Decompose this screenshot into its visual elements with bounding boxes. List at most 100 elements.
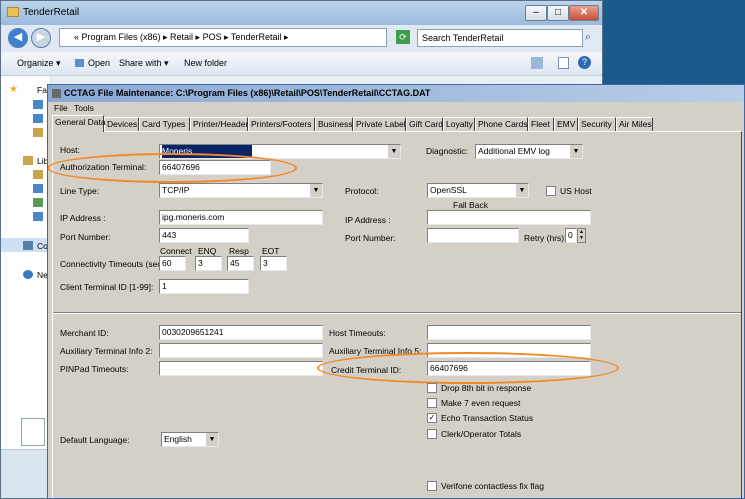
tab-business[interactable]: Business — [315, 117, 353, 131]
make-7-even-checkbox[interactable] — [427, 398, 437, 408]
timeout-resp-input[interactable]: 45 — [227, 256, 254, 271]
fallback-ip-address-input[interactable] — [427, 210, 591, 225]
drop-8th-bit-label: Drop 8th bit in response — [441, 383, 532, 393]
favorites-star-icon: ★ — [9, 84, 18, 95]
host-label: Host: — [60, 145, 80, 155]
chevron-down-icon[interactable]: ▼ — [387, 145, 400, 158]
tab-gift-card[interactable]: Gift Card — [406, 117, 443, 131]
fallback-ip-address-label: IP Address : — [345, 215, 391, 225]
verifone-fix-checkbox[interactable] — [427, 481, 437, 491]
line-type-select[interactable]: TCP/IP ▼ — [159, 183, 323, 198]
documents-icon — [33, 170, 43, 179]
back-icon[interactable]: ◀ — [8, 28, 28, 48]
retry-spinner[interactable]: ▲ ▼ — [577, 228, 586, 243]
chevron-down-icon[interactable]: ▼ — [569, 145, 582, 158]
recent-icon — [33, 128, 43, 137]
host-timeouts-label: Host Timeouts: — [329, 328, 386, 338]
tab-card-types[interactable]: Card Types — [139, 117, 190, 131]
explorer-title-bar[interactable]: TenderRetail – □ ✕ — [1, 1, 602, 25]
navigation-pane: ★ Fa Lib Co Ne — [1, 76, 49, 456]
tab-devices[interactable]: Devices — [104, 117, 139, 131]
aux-info-2-input[interactable] — [159, 343, 323, 358]
auth-terminal-highlight-ring — [48, 153, 297, 183]
new-folder-button[interactable]: New folder — [184, 58, 227, 68]
forward-icon[interactable]: ▶ — [31, 28, 51, 48]
diagnostic-select[interactable]: Additional EMV log ▼ — [475, 144, 583, 159]
credit-terminal-highlight-ring — [317, 352, 619, 384]
organize-button[interactable]: Organize ▾ — [17, 58, 61, 69]
menu-tools[interactable]: Tools — [74, 103, 94, 113]
tab-fleet[interactable]: Fleet — [528, 117, 554, 131]
section-divider — [53, 312, 741, 314]
protocol-select[interactable]: OpenSSL ▼ — [427, 183, 529, 198]
fall-back-heading: Fall Back — [453, 200, 488, 210]
tab-air-miles[interactable]: Air Miles — [616, 117, 653, 131]
address-bar[interactable]: « Program Files (x86) ▸ Retail ▸ POS ▸ T… — [59, 28, 387, 47]
merchant-id-input[interactable]: 0030209651241 — [159, 325, 323, 340]
timeout-header-enq: ENQ — [198, 246, 217, 256]
file-icon — [21, 418, 45, 446]
port-number-input[interactable]: 443 — [159, 228, 249, 243]
timeout-resp-value: 45 — [230, 258, 240, 268]
echo-transaction-status-checkbox[interactable]: ✓ — [427, 413, 437, 423]
client-terminal-input[interactable]: 1 — [159, 279, 249, 294]
tab-printers-footers[interactable]: Printers/Footers — [248, 117, 315, 131]
us-host-checkbox[interactable] — [546, 186, 556, 196]
open-button[interactable]: Open — [88, 58, 110, 68]
close-button[interactable]: ✕ — [569, 5, 599, 21]
share-with-button[interactable]: Share with ▾ — [119, 58, 169, 69]
merchant-id-value: 0030209651241 — [162, 327, 224, 337]
open-icon — [75, 59, 84, 67]
pictures-icon — [33, 198, 43, 207]
verifone-fix-label: Verifone contactless fix flag — [441, 481, 545, 491]
port-number-label: Port Number: — [60, 232, 111, 242]
computer-icon — [23, 241, 33, 250]
nav-item-favorites[interactable]: Fa — [37, 85, 47, 95]
dialog-title-bar[interactable]: CCTAG File Maintenance: C:\Program Files… — [48, 85, 744, 102]
tab-private-label[interactable]: Private Label — [353, 117, 406, 131]
menu-file[interactable]: File — [54, 103, 68, 113]
ip-address-input[interactable]: ipg.moneris.com — [159, 210, 323, 225]
tab-security[interactable]: Security — [578, 117, 616, 131]
fallback-port-number-input[interactable] — [427, 228, 519, 243]
clerk-operator-totals-checkbox[interactable] — [427, 429, 437, 439]
view-icon[interactable] — [531, 57, 543, 69]
help-icon[interactable]: ? — [578, 56, 591, 69]
timeout-eot-input[interactable]: 3 — [260, 256, 287, 271]
preview-pane-icon[interactable] — [558, 57, 569, 69]
ip-address-value: ipg.moneris.com — [162, 212, 225, 222]
retry-input[interactable]: 0 — [565, 228, 577, 243]
host-timeouts-input[interactable] — [427, 325, 591, 340]
port-number-value: 443 — [162, 230, 177, 240]
diagnostic-value: Additional EMV log — [478, 146, 550, 156]
default-language-select[interactable]: English ▼ — [161, 432, 219, 447]
tab-general-data[interactable]: General Data — [52, 115, 106, 132]
retry-label: Retry (hrs): — [524, 233, 567, 243]
timeout-header-eot: EOT — [262, 246, 280, 256]
timeout-connect-input[interactable]: 60 — [159, 256, 186, 271]
maximize-button[interactable]: □ — [547, 5, 569, 21]
chevron-down-icon[interactable]: ▼ — [205, 433, 218, 446]
tab-phone-cards[interactable]: Phone Cards — [475, 117, 528, 131]
tab-emv[interactable]: EMV — [554, 117, 578, 131]
make-7-even-label: Make 7 even request — [441, 398, 521, 408]
tab-printer-header[interactable]: Printer/Header — [190, 117, 248, 131]
pinpad-timeouts-input[interactable] — [159, 361, 323, 376]
connectivity-timeouts-label: Connectivity Timeouts (sec): — [60, 259, 167, 269]
drop-8th-bit-checkbox[interactable] — [427, 383, 437, 393]
merchant-id-label: Merchant ID: — [60, 328, 109, 338]
videos-icon — [33, 212, 43, 221]
timeout-enq-input[interactable]: 3 — [195, 256, 222, 271]
minimize-button[interactable]: – — [525, 5, 547, 21]
tab-loyalty[interactable]: Loyalty — [443, 117, 475, 131]
address-path: « Program Files (x86) ▸ Retail ▸ POS ▸ T… — [74, 32, 289, 42]
search-input[interactable]: Search TenderRetail — [417, 29, 583, 47]
chevron-down-icon[interactable]: ▼ — [309, 184, 322, 197]
desktop-icon — [33, 100, 43, 109]
chevron-down-icon[interactable]: ▼ — [515, 184, 528, 197]
music-icon — [33, 184, 43, 193]
search-icon[interactable]: ⌕ — [585, 31, 591, 44]
refresh-icon[interactable]: ⟳ — [396, 30, 410, 44]
protocol-label: Protocol: — [345, 186, 379, 196]
dialog-app-icon — [52, 89, 61, 98]
